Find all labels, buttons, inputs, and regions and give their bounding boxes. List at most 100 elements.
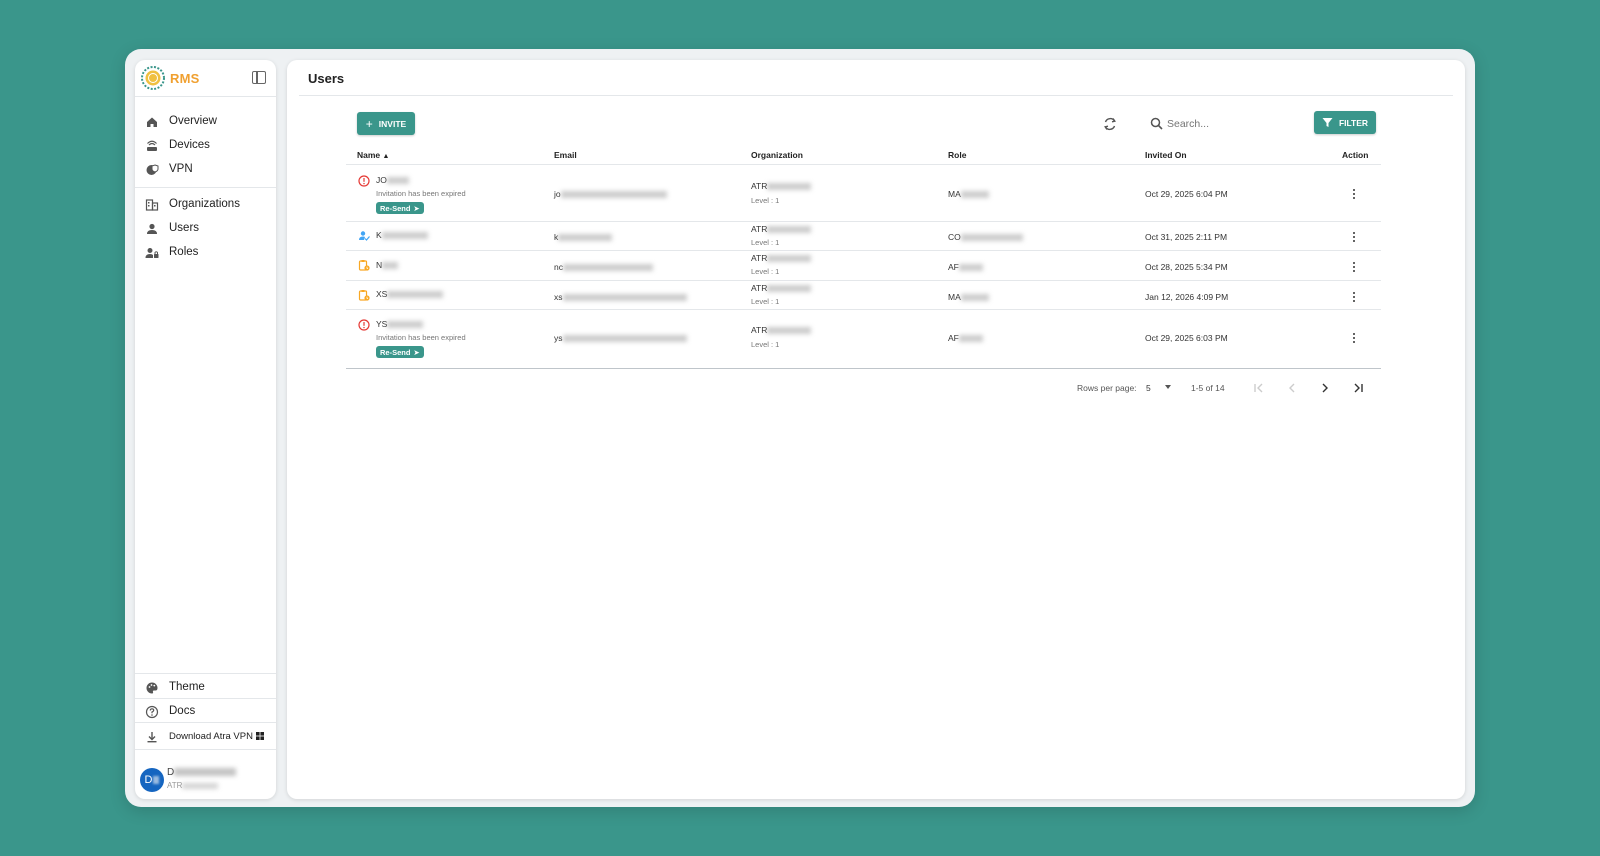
download-vpn-link[interactable]: Download Atra VPN [135,726,276,748]
user-check-icon [359,231,370,241]
org-level: Level : 1 [751,297,780,306]
invited-on: Oct 29, 2025 6:03 PM [1145,333,1228,343]
sidebar-item-roles[interactable]: Roles [135,242,276,264]
sidebar-item-label: Download Atra VPN [169,731,264,742]
prev-page-icon[interactable] [1285,380,1299,396]
sidebar-divider [135,722,276,723]
user-organization: ATR [751,325,812,335]
logo-icon [141,66,165,90]
title-divider [299,95,1453,96]
palette-icon [146,682,158,694]
more-actions-icon[interactable] [1350,188,1358,200]
filter-button[interactable]: FILTER [1314,111,1376,134]
sidebar-header: RMS [135,60,276,97]
plus-icon: + [365,116,373,131]
user-name: XS [376,289,444,299]
avatar: D [140,768,164,792]
sidebar-divider [135,673,276,674]
user-name: K [376,230,428,240]
user-email: jo [554,189,667,199]
sidebar-item-organizations[interactable]: Organizations [135,194,276,216]
sidebar-divider [135,749,276,750]
users-table: Name ▲ Email Organization Role Invited O… [346,145,1381,367]
rows-per-page-select[interactable]: 5 [1146,383,1151,393]
column-invited-header[interactable]: Invited On [1145,150,1187,160]
sidebar-item-vpn[interactable]: VPN [135,159,276,181]
table-row[interactable]: JO Invitation has been expired Re-Send ➤ … [346,165,1381,222]
sidebar-divider [135,698,276,699]
first-page-icon[interactable] [1252,380,1266,396]
org-level: Level : 1 [751,340,780,349]
user-email: ys [554,333,687,343]
org-level: Level : 1 [751,267,780,276]
column-organization-header[interactable]: Organization [751,150,803,160]
next-page-icon[interactable] [1318,380,1332,396]
sidebar-item-theme[interactable]: Theme [135,677,276,699]
search-box[interactable] [1147,113,1297,135]
user-role: MA [948,189,989,199]
more-actions-icon[interactable] [1350,291,1358,303]
roles-icon [145,248,159,258]
org-level: Level : 1 [751,238,780,247]
send-icon: ➤ [413,347,420,357]
download-icon [147,732,157,743]
sidebar-item-devices[interactable]: Devices [135,135,276,157]
pending-clipboard-icon [358,290,370,301]
sidebar-item-label: Theme [169,681,205,693]
page-range: 1-5 of 14 [1191,383,1225,393]
user-organization: ATR [751,224,812,234]
user-icon [147,223,157,234]
sidebar-item-label: Overview [169,115,217,127]
sidebar-item-users[interactable]: Users [135,218,276,240]
error-icon [358,175,370,187]
sort-asc-icon: ▲ [382,153,390,160]
more-actions-icon[interactable] [1350,332,1358,344]
table-row[interactable]: K k ATR Level : 1 CO Oct 31, 2025 2:11 P… [346,222,1381,251]
building-icon [145,199,159,211]
chevron-down-icon[interactable] [1165,385,1171,389]
invited-on: Oct 28, 2025 5:34 PM [1145,262,1228,272]
current-user[interactable]: D D ATR [135,762,276,799]
filter-icon [1322,118,1333,127]
app-window: RMS Overview Devices VPN Organizations U… [125,49,1475,807]
sidebar-item-label: Users [169,222,200,234]
last-page-icon[interactable] [1351,380,1365,396]
more-actions-icon[interactable] [1350,231,1358,243]
table-row[interactable]: YS Invitation has been expired Re-Send ➤ … [346,310,1381,367]
invite-button[interactable]: + INVITE [357,112,415,135]
sidebar-item-docs[interactable]: Docs [135,701,276,723]
column-email-header[interactable]: Email [554,150,577,160]
page-title: Users [308,71,345,86]
table-row[interactable]: N nc ATR Level : 1 AF Oct 28, 2025 5:34 … [346,251,1381,281]
user-email: nc [554,262,653,272]
column-action-header: Action [1342,150,1369,160]
invited-on: Oct 31, 2025 2:11 PM [1145,232,1228,242]
column-role-header[interactable]: Role [948,150,966,160]
sidebar: RMS Overview Devices VPN Organizations U… [135,60,276,799]
sidebar-divider [135,187,276,188]
windows-icon [255,732,264,740]
invited-on: Jan 12, 2026 4:09 PM [1145,292,1229,302]
user-name: D [167,767,237,778]
resend-button[interactable]: Re-Send ➤ [376,202,424,214]
search-input[interactable] [1167,115,1295,133]
invited-on: Oct 29, 2025 6:04 PM [1145,189,1228,199]
invite-status-text: Invitation has been expired [376,189,466,198]
org-level: Level : 1 [751,196,780,205]
user-organization: ATR [751,283,812,293]
home-icon [147,117,157,127]
more-actions-icon[interactable] [1350,261,1358,273]
sidebar-collapse-icon[interactable] [252,71,266,84]
sidebar-item-overview[interactable]: Overview [135,111,276,133]
user-organization: ATR [751,181,812,191]
refresh-icon[interactable] [1102,116,1118,132]
table-row[interactable]: XS xs ATR Level : 1 MA Jan 12, 2026 4:09… [346,281,1381,310]
user-email: k [554,232,613,242]
rows-per-page-label: Rows per page: [1077,383,1137,393]
pagination: Rows per page: 5 1-5 of 14 [1077,380,1377,396]
user-name: YS [376,319,424,329]
user-role: AF [948,262,983,272]
resend-button[interactable]: Re-Send ➤ [376,346,424,358]
user-email: xs [554,292,687,302]
column-name-header[interactable]: Name ▲ [357,150,389,160]
